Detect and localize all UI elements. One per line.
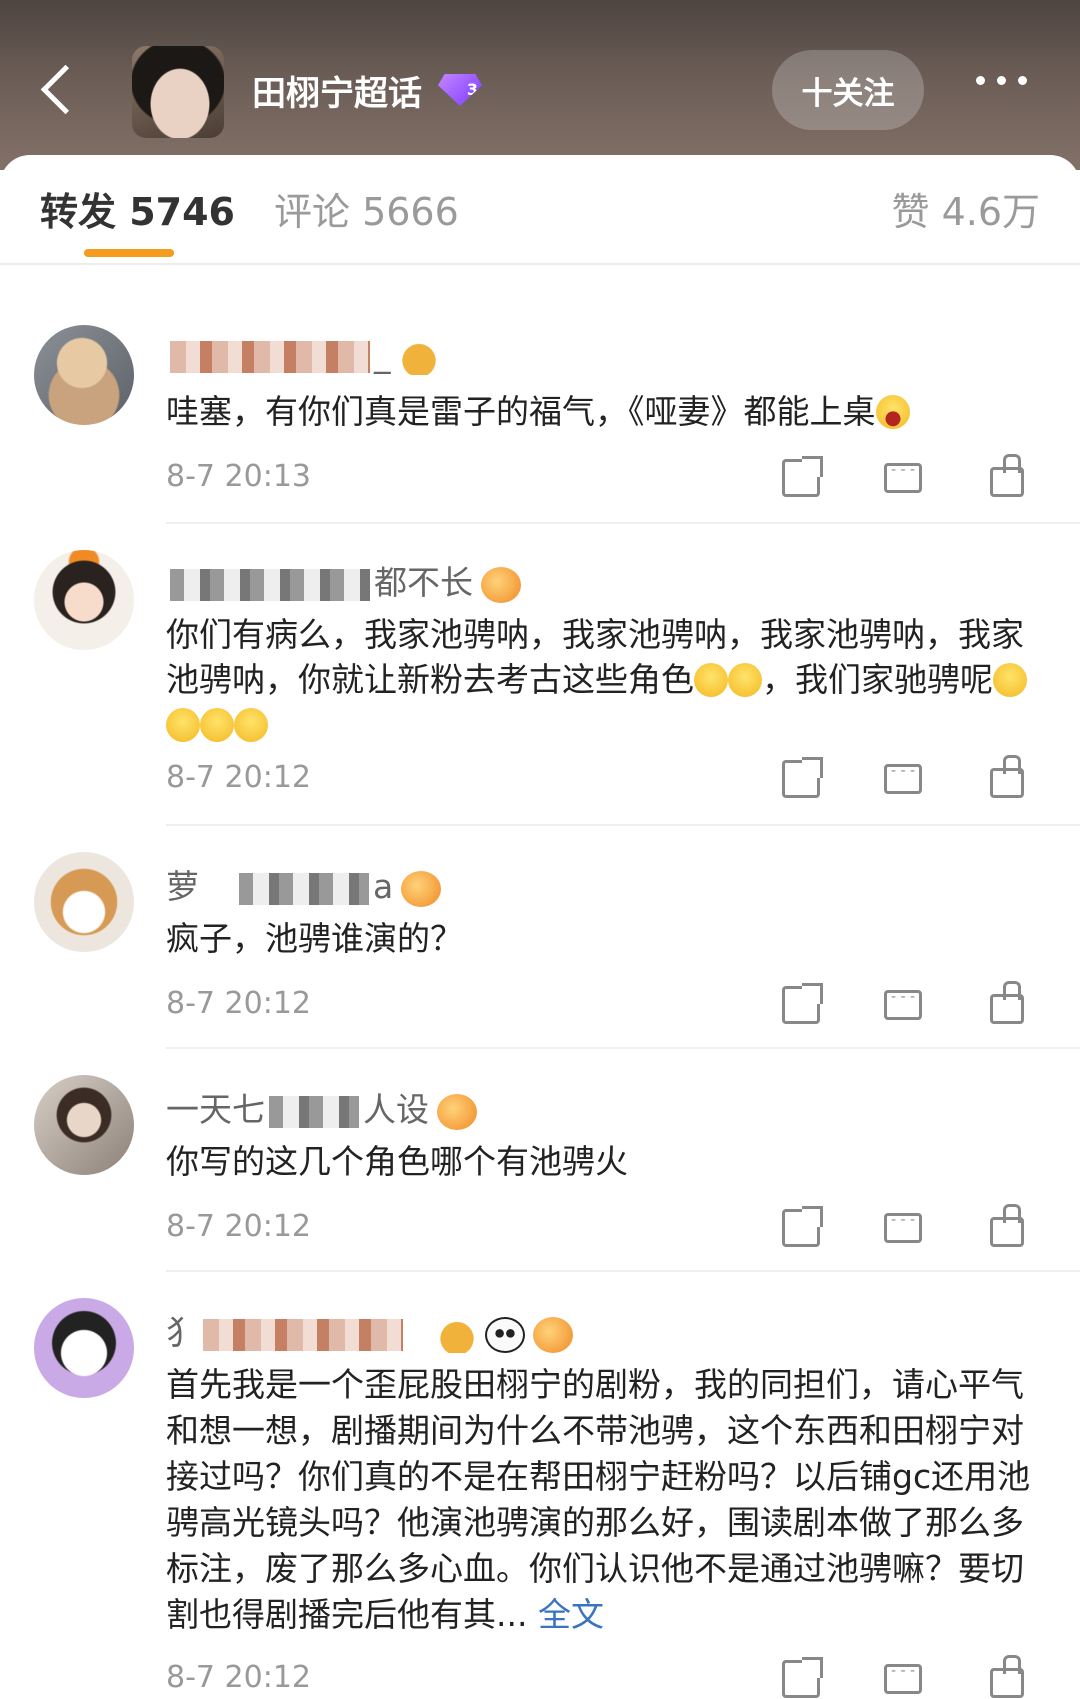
comment-username[interactable]: 一天七 人设 bbox=[166, 1083, 477, 1131]
comment-actions bbox=[782, 1204, 1032, 1253]
comment-username[interactable]: 都不长 bbox=[166, 556, 521, 604]
thinking-emoji-icon bbox=[234, 708, 268, 742]
pufferfish-badge-icon bbox=[401, 870, 442, 907]
comment-divider bbox=[166, 1047, 1080, 1049]
avatar[interactable] bbox=[34, 1075, 134, 1175]
comment-actions bbox=[782, 454, 1032, 503]
share-icon[interactable] bbox=[782, 1206, 823, 1247]
masked-username bbox=[269, 1095, 359, 1128]
reply-icon[interactable] bbox=[884, 1212, 922, 1243]
back-icon[interactable] bbox=[36, 58, 84, 122]
comment-time: 8-7 20:12 bbox=[166, 1660, 311, 1695]
comment-text: 首先我是一个歪屁股田栩宁的剧粉，我的同担们，请心平气和想一想，剧播期间为什么不带… bbox=[166, 1365, 1031, 1634]
comment-divider bbox=[166, 1270, 1080, 1272]
thinking-emoji-icon bbox=[694, 663, 728, 697]
comment-username[interactable]: _ bbox=[166, 335, 439, 375]
like-icon[interactable] bbox=[990, 755, 1024, 798]
comment-username[interactable]: 犭 bbox=[166, 1306, 573, 1354]
comment-divider bbox=[166, 522, 1080, 524]
comment-time: 8-7 20:13 bbox=[166, 459, 311, 494]
tab-bar: 转发 5746 评论 5666 赞 4.6万 bbox=[0, 155, 1080, 263]
comment-actions bbox=[782, 755, 1032, 804]
top-bar: 田栩宁超话 3 十关注 bbox=[0, 0, 1080, 170]
avatar[interactable] bbox=[34, 852, 134, 952]
thinking-emoji-icon bbox=[993, 663, 1027, 697]
crown-badge-icon bbox=[398, 338, 439, 375]
like-icon[interactable] bbox=[990, 1204, 1024, 1247]
tab-like[interactable]: 赞 4.6万 bbox=[891, 181, 1040, 236]
crown-badge-icon bbox=[437, 1316, 477, 1353]
follow-button[interactable]: 十关注 bbox=[772, 50, 924, 130]
group-title[interactable]: 田栩宁超话 bbox=[252, 66, 422, 115]
pufferfish-badge-icon bbox=[481, 566, 521, 603]
reply-icon[interactable] bbox=[884, 1663, 922, 1694]
thinking-emoji-icon bbox=[166, 708, 200, 742]
reply-icon[interactable] bbox=[884, 462, 922, 493]
tab-repost[interactable]: 转发 5746 bbox=[40, 181, 235, 236]
comment-time: 8-7 20:12 bbox=[166, 1209, 311, 1244]
share-icon[interactable] bbox=[782, 456, 823, 497]
reply-icon[interactable] bbox=[884, 989, 922, 1020]
pufferfish-badge-icon bbox=[437, 1093, 477, 1130]
masked-username bbox=[170, 340, 370, 373]
active-tab-indicator bbox=[84, 249, 174, 257]
tab-comment[interactable]: 评论 5666 bbox=[274, 181, 459, 236]
masked-username bbox=[170, 568, 370, 601]
comment-time: 8-7 20:12 bbox=[166, 760, 311, 795]
comment-actions bbox=[782, 981, 1032, 1030]
like-icon[interactable] bbox=[990, 981, 1024, 1024]
avatar[interactable] bbox=[34, 325, 134, 425]
comment-divider bbox=[166, 824, 1080, 826]
comment-text: 哇塞，有你们真是雷子的福气，《哑妻》都能上桌 bbox=[166, 389, 1046, 434]
level-badge-icon: 3 bbox=[438, 74, 482, 106]
share-icon[interactable] bbox=[782, 983, 823, 1024]
pufferfish-badge-icon bbox=[533, 1316, 573, 1353]
reply-icon[interactable] bbox=[884, 763, 922, 794]
share-icon[interactable] bbox=[782, 757, 823, 798]
comment-time: 8-7 20:12 bbox=[166, 986, 311, 1021]
more-options-icon[interactable] bbox=[976, 76, 1036, 100]
thinking-emoji-icon bbox=[200, 708, 234, 742]
masked-username bbox=[239, 872, 369, 905]
comment-actions bbox=[782, 1655, 1032, 1699]
level-badge-number: 3 bbox=[466, 80, 478, 99]
expand-full-text-link[interactable]: 全文 bbox=[538, 1595, 604, 1634]
avatar[interactable] bbox=[34, 1298, 134, 1398]
panda-badge-icon bbox=[485, 1316, 525, 1353]
comment-text: 疯子，池骋谁演的？ bbox=[166, 919, 463, 958]
group-avatar[interactable] bbox=[132, 46, 224, 138]
laugh-emoji-icon bbox=[875, 395, 910, 429]
thinking-emoji-icon bbox=[728, 663, 762, 697]
like-icon[interactable] bbox=[990, 1655, 1024, 1698]
comment-username[interactable]: 萝a bbox=[166, 860, 442, 908]
comment-text: 你写的这几个角色哪个有池骋火 bbox=[166, 1142, 628, 1181]
comment-text: 你们有病么，我家池骋呐，我家池骋呐，我家池骋呐，我家池骋呐，你就让新粉去考古这些… bbox=[166, 612, 1046, 747]
share-icon[interactable] bbox=[782, 1657, 823, 1698]
avatar[interactable] bbox=[34, 550, 134, 650]
tabs-divider bbox=[0, 263, 1080, 265]
masked-username bbox=[203, 1318, 403, 1351]
like-icon[interactable] bbox=[990, 454, 1024, 497]
